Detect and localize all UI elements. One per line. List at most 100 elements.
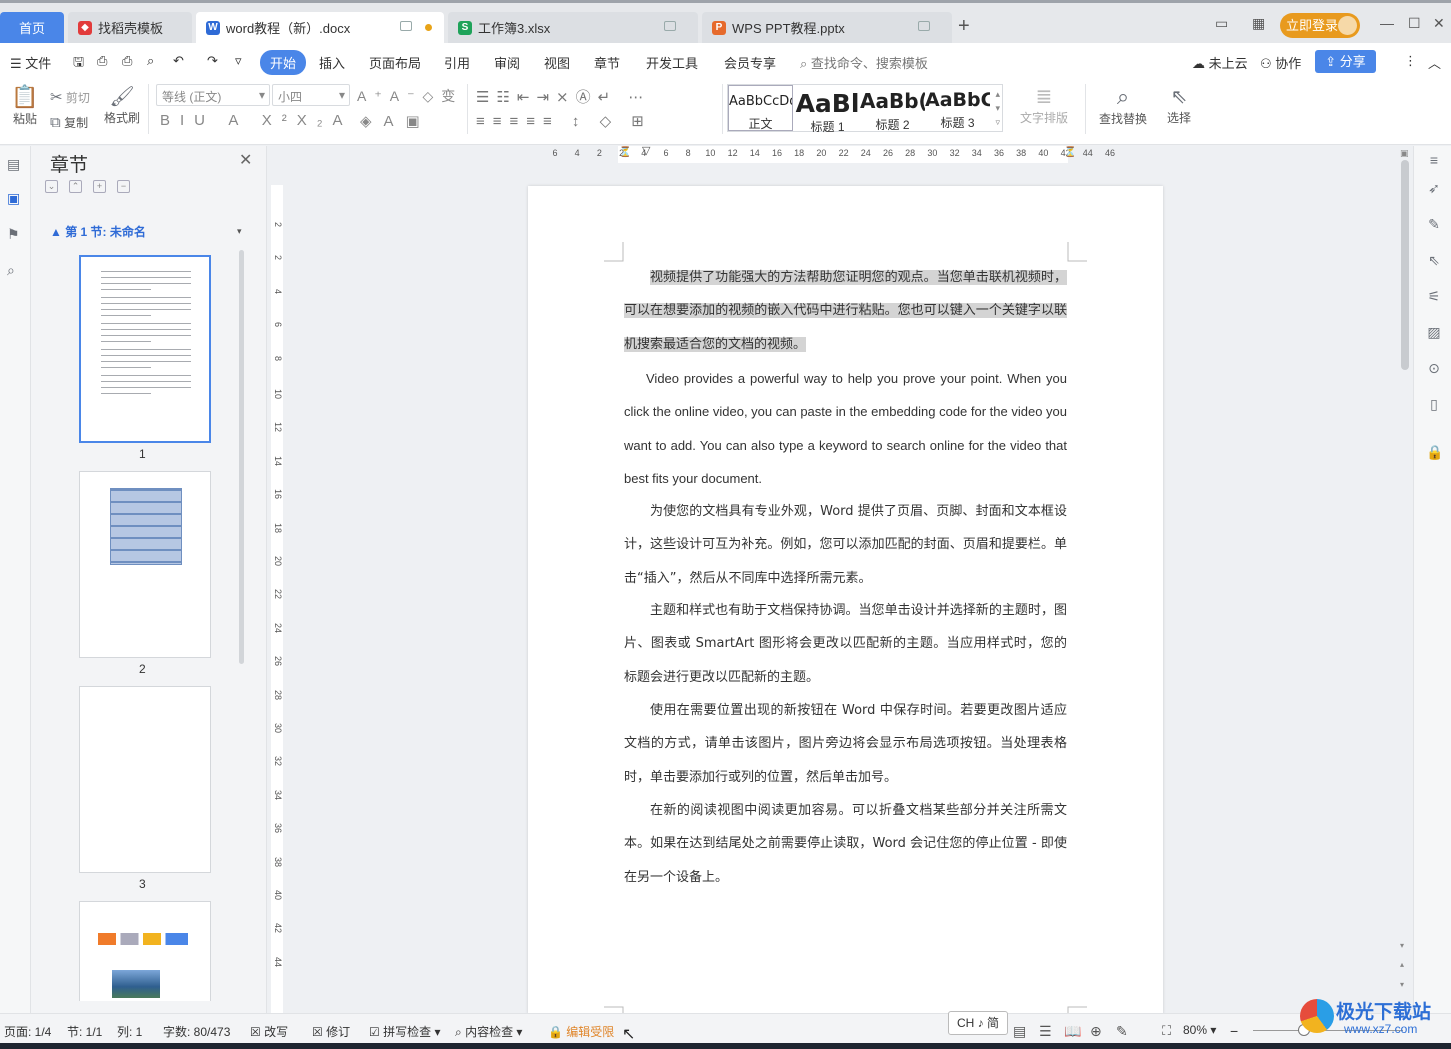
page-thumbnail[interactable] [79,686,211,873]
chevron-down-icon[interactable]: ▾ [237,226,242,237]
menu-member[interactable]: 会员专享 [724,53,776,72]
customize-icon[interactable]: ▿ [235,53,242,69]
menu-developer[interactable]: 开发工具 [646,53,698,72]
style-normal[interactable]: AaBbCcDd 正文 [728,85,793,131]
expand-icon[interactable]: ⌄ [45,180,58,193]
tab-sheet[interactable]: S 工作簿3.xlsx [448,12,698,43]
collab-button[interactable]: ⚇ 协作 [1260,53,1301,72]
paragraph-2[interactable]: Video provides a powerful way to help yo… [624,362,1067,496]
overwrite-toggle[interactable]: ☒ 改写 [250,1023,288,1040]
writing-mode-icon[interactable]: ✎ [1116,1023,1128,1040]
paragraph-1[interactable]: 视频提供了功能强大的方法帮助您证明您的观点。当您单击联机视频时，可以在想要添加的… [624,261,1067,361]
page-thumbnail[interactable] [79,901,211,1001]
undo-icon[interactable]: ↶ [173,53,184,69]
menu-lines-icon[interactable]: ≡ [1426,152,1442,168]
find-replace-button[interactable]: ⌕ 查找替换 [1099,84,1147,127]
font-family-select[interactable]: 等线 (正文) ▾ [156,84,270,106]
reading-view-icon[interactable]: 📖 [1064,1023,1081,1040]
format-painter-button[interactable]: 🖌 格式刷 [104,84,140,126]
document-page[interactable]: 视频提供了功能强大的方法帮助您证明您的观点。当您单击联机视频时，可以在想要添加的… [528,186,1163,1026]
settings-sliders-icon[interactable]: ⚟ [1426,288,1442,304]
login-button[interactable]: 立即登录 [1280,13,1360,38]
highlight-tools[interactable]: ◈A▣ [360,112,432,130]
style-scroll-icon[interactable]: ▴ ▾ ▿ [995,87,1000,129]
chapter-icon[interactable]: ▣ [7,190,23,206]
page-thumbnail[interactable] [79,471,211,658]
minimize-icon[interactable]: — [1380,15,1394,31]
status-column[interactable]: 列: 1 [117,1023,142,1040]
tab-docer[interactable]: ◆ 找稻壳模板 [68,12,192,43]
paragraph-5[interactable]: 使用在需要位置出现的新按钮在 Word 中保存时间。若要更改图片适应文档的方式，… [624,694,1067,794]
section-item[interactable]: ▲ 第 1 节: 未命名 [50,223,146,240]
right-indent-icon[interactable]: ⏳ [1064,147,1076,158]
tab-window-icon[interactable] [918,21,930,31]
close-icon[interactable]: ✕ [239,150,252,170]
paragraph-6[interactable]: 在新的阅读视图中阅读更加容易。可以折叠文档某些部分并关注所需文本。如果在达到结尾… [624,794,1067,894]
search-icon[interactable]: ⌕ [7,262,23,278]
export-pdf-icon[interactable]: ⎙ [97,53,107,69]
menu-references[interactable]: 引用 [444,53,470,72]
indent-marker-icon[interactable]: ⏳ [619,147,631,158]
outline-view-icon[interactable]: ☰ [1039,1023,1052,1040]
fit-page-icon[interactable]: ⛶ [1162,1023,1171,1039]
book-icon[interactable]: ▯ [1426,396,1442,412]
tab-word-doc[interactable]: W word教程（新）.docx [196,12,444,43]
image-tool-icon[interactable]: ▨ [1426,324,1442,340]
print-preview-icon[interactable]: ⌕ [147,53,154,69]
document-scrollbar[interactable]: ▣ ▾ ▴ ▾ [1397,146,1412,1013]
scroll-down-icon[interactable]: ▾ [1400,941,1404,950]
layout-icon[interactable]: ▭ [1215,15,1228,32]
zoom-level[interactable]: 80% ▾ [1183,1023,1216,1037]
redo-icon[interactable]: ↷ [207,53,218,69]
spell-check-toggle[interactable]: ☑ 拼写检查 ▾ [369,1023,440,1040]
file-menu[interactable]: ☰ 文件 [10,53,51,72]
menu-chapter[interactable]: 章节 [594,53,620,72]
vertical-ruler[interactable]: 2 2 4 6 8 10 12 14 16 18 20 22 24 26 28 30 32 34 36 38 40 42 4… [268,163,285,1015]
style-heading2[interactable]: AaBb(标题 2 [860,85,925,132]
add-section-icon[interactable]: + [93,180,106,193]
grid-icon[interactable]: ▦ [1252,15,1265,32]
tab-ppt[interactable]: P WPS PPT教程.pptx [702,12,952,43]
selected-text[interactable]: 视频提供了功能强大的方法帮助您证明您的观点。当您单击联机视频时，可以在想要添加的… [624,270,1067,352]
save-icon[interactable]: 🖫 [73,53,84,75]
new-tab-icon[interactable]: + [958,15,970,38]
outline-icon[interactable]: ▤ [7,156,23,172]
pointer-icon[interactable]: ⇖ [1426,252,1442,268]
first-line-indent-icon[interactable]: ▽ [642,144,650,157]
page-thumbnail[interactable] [79,255,211,443]
font-size-select[interactable]: 小四 ▾ [272,84,350,106]
close-window-icon[interactable]: ✕ [1433,15,1445,32]
remove-section-icon[interactable]: − [117,180,130,193]
share-button[interactable]: ⇪ 分享 [1315,50,1376,73]
select-button[interactable]: ⇖ 选择 [1167,84,1191,126]
maximize-icon[interactable]: ☐ [1408,15,1421,32]
tab-window-icon[interactable] [400,21,412,31]
collapse-icon[interactable]: ⌃ [69,180,82,193]
align-tools[interactable]: ≡≡≡≡≡ ↕ ◇ ⊞ [476,112,652,130]
print-icon[interactable]: ⎙ [122,53,132,69]
menu-review[interactable]: 审阅 [494,53,520,72]
revise-toggle[interactable]: ☒ 修订 [312,1023,350,1040]
menu-view[interactable]: 视图 [544,53,570,72]
menu-home[interactable]: 开始 [260,50,307,75]
horizontal-ruler[interactable]: 6 4 2 2 4 6 8 10 12 14 16 18 20 22 24 26 28 30 32 34 36 38 40 4… [268,144,1397,163]
more-icon[interactable]: ⋮ [1404,53,1417,69]
paragraph-4[interactable]: 主题和样式也有助于文档保持协调。当您单击设计并选择新的主题时，图片、图表或 Sm… [624,594,1067,694]
content-check-button[interactable]: ⌕ 内容检查 ▾ [455,1023,522,1040]
location-icon[interactable]: ⊙ [1426,360,1442,376]
next-page-icon[interactable]: ▾ [1400,980,1404,989]
zoom-out-icon[interactable]: − [1230,1023,1238,1039]
copy-button[interactable]: ⧉ 复制 [50,114,88,131]
style-heading3[interactable]: AaBbC 标题 3 [925,85,990,131]
cut-button[interactable]: ✂ 剪切 [50,88,90,106]
lock-icon[interactable]: 🔒 [1426,444,1443,460]
scroll-up-icon[interactable]: ▣ [1400,148,1409,159]
style-heading1[interactable]: AaBl 标题 1 [795,85,860,134]
edit-restricted[interactable]: 🔒 编辑受限 [548,1023,614,1040]
status-section[interactable]: 节: 1/1 [67,1023,102,1040]
scroll-thumb[interactable] [1401,160,1409,370]
pen-icon[interactable]: ✎ [1426,216,1442,232]
prev-page-icon[interactable]: ▴ [1400,960,1404,969]
menu-insert[interactable]: 插入 [319,53,345,72]
tab-home[interactable]: 首页 [0,12,64,43]
